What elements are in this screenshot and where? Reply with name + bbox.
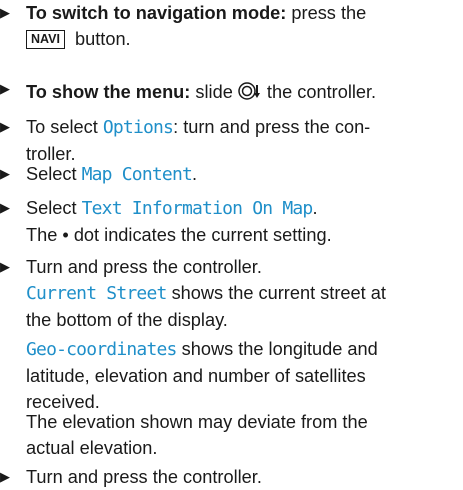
step-text-continued: The • dot indicates the current setting. <box>26 225 332 245</box>
menu-item-options: Options <box>102 117 174 138</box>
step-select-options: ▶ To select Options: turn and press the … <box>0 114 463 167</box>
bullet-arrow-icon: ▶ <box>0 469 10 484</box>
note-text: The elevation shown may deviate from the <box>26 412 368 432</box>
option-description: shows the longitude and <box>176 339 378 359</box>
bullet-arrow-icon: ▶ <box>0 166 10 181</box>
elevation-note: The elevation shown may deviate from the… <box>26 409 368 461</box>
step-text: the controller. <box>261 82 377 102</box>
navi-button-icon: NAVI <box>26 30 65 49</box>
bullet-arrow-icon: ▶ <box>0 119 10 134</box>
step-title: To show the menu: <box>26 82 191 102</box>
menu-item-text-information-on-map: Text Information On Map <box>81 198 314 219</box>
bullet-arrow-icon: ▶ <box>0 81 10 96</box>
option-description: shows the current street at <box>166 283 386 303</box>
step-show-menu: ▶ To show the menu: slide the controller… <box>0 76 463 105</box>
step-text: To select <box>26 117 103 137</box>
step-switch-navigation: ▶ To switch to navigation mode: press th… <box>0 0 463 52</box>
step-text: . <box>192 164 198 184</box>
step-select-text-information: ▶ Select Text Information On Map. The • … <box>0 195 463 248</box>
bullet-arrow-icon: ▶ <box>0 5 10 20</box>
step-text: button. <box>69 29 131 49</box>
option-description: latitude, elevation and number of satell… <box>26 366 366 386</box>
step-text: press the <box>286 3 367 23</box>
step-text: Turn and press the controller. <box>26 257 262 277</box>
bullet-arrow-icon: ▶ <box>0 259 10 274</box>
controller-slide-down-icon <box>238 82 260 100</box>
step-text: Select <box>26 164 82 184</box>
step-text: Select <box>26 198 82 218</box>
step-text: Turn and press the controller. <box>26 467 262 487</box>
step-final-turn-press: ▶ Turn and press the controller. <box>0 464 463 490</box>
step-text: slide <box>190 82 238 102</box>
step-turn-press-controller: ▶ Turn and press the controller. Current… <box>0 254 463 333</box>
menu-item-map-content: Map Content <box>81 164 193 185</box>
geo-coordinates-paragraph: Geo-coordinates shows the longitude and … <box>26 336 378 415</box>
step-text: . <box>312 198 318 218</box>
bullet-arrow-icon: ▶ <box>0 200 10 215</box>
instruction-page: ▶ To switch to navigation mode: press th… <box>0 0 463 489</box>
note-text: actual elevation. <box>26 438 158 458</box>
option-geo-coordinates: Geo-coordinates <box>26 339 177 360</box>
step-title: To switch to navigation mode: <box>26 3 287 23</box>
step-select-map-content: ▶ Select Map Content. <box>0 161 463 188</box>
option-current-street: Current Street <box>26 283 167 304</box>
option-description: the bottom of the display. <box>26 310 228 330</box>
step-text: : turn and press the con- <box>173 117 371 137</box>
